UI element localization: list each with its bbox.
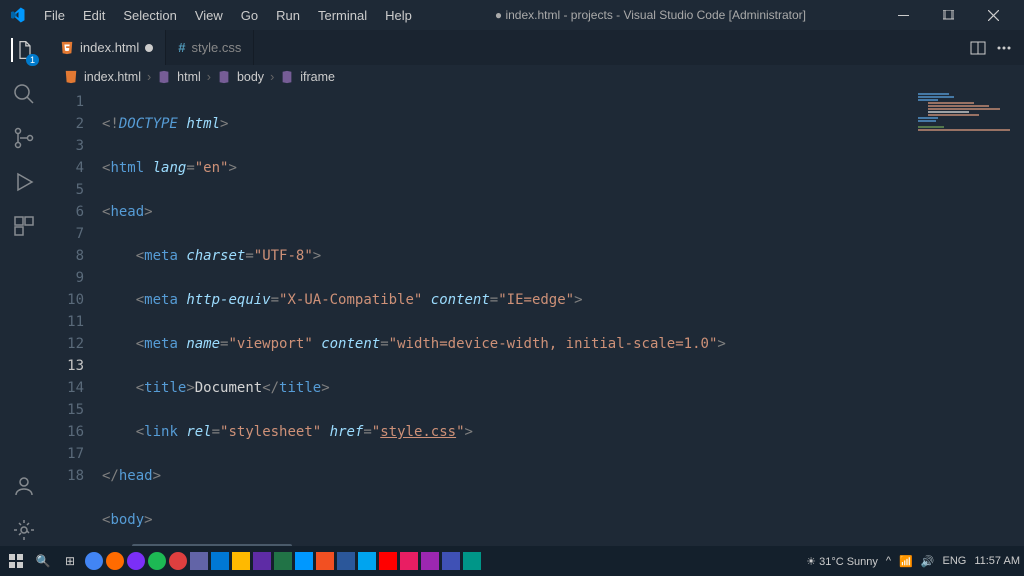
breadcrumbs[interactable]: index.html › html › body › iframe (48, 65, 1024, 89)
menubar: File Edit Selection View Go Run Terminal… (36, 4, 420, 27)
breadcrumb-item[interactable]: iframe (300, 70, 335, 84)
split-editor-icon[interactable] (970, 40, 986, 56)
breadcrumb-file[interactable]: index.html (84, 70, 141, 84)
maximize-button[interactable] (926, 0, 971, 30)
app-icon[interactable] (400, 552, 418, 570)
editor-area: index.html # style.css index.html › html… (48, 30, 1024, 554)
start-button[interactable] (4, 549, 28, 573)
chevron-right-icon: › (147, 70, 151, 84)
menu-go[interactable]: Go (233, 4, 266, 27)
menu-help[interactable]: Help (377, 4, 420, 27)
menu-file[interactable]: File (36, 4, 73, 27)
app-icon[interactable] (463, 552, 481, 570)
window-controls (881, 0, 1016, 30)
breadcrumb-item[interactable]: body (237, 70, 264, 84)
app-icon[interactable] (232, 552, 250, 570)
minimap[interactable] (914, 89, 1024, 554)
window-title: ● index.html - projects - Visual Studio … (420, 8, 881, 22)
tab-label: index.html (80, 40, 139, 55)
menu-terminal[interactable]: Terminal (310, 4, 375, 27)
explorer-badge: 1 (26, 54, 39, 66)
app-icon[interactable] (295, 552, 313, 570)
app-icon[interactable] (148, 552, 166, 570)
app-icon[interactable] (169, 552, 187, 570)
app-icon[interactable] (127, 552, 145, 570)
settings-icon[interactable] (12, 518, 36, 542)
app-icon[interactable] (316, 552, 334, 570)
activitybar: 1 (0, 30, 48, 554)
code-editor[interactable]: 123456789101112131415161718 <!DOCTYPE ht… (48, 89, 1024, 554)
app-icon[interactable] (442, 552, 460, 570)
app-icon[interactable] (274, 552, 292, 570)
more-actions-icon[interactable] (996, 40, 1012, 56)
app-icon[interactable] (358, 552, 376, 570)
tab-label: style.css (191, 40, 241, 55)
menu-run[interactable]: Run (268, 4, 308, 27)
app-icon[interactable] (253, 552, 271, 570)
app-icon[interactable] (85, 552, 103, 570)
tray-clock[interactable]: 11:57 AM (974, 555, 1020, 567)
tab-index-html[interactable]: index.html (48, 30, 166, 65)
app-icon[interactable] (106, 552, 124, 570)
tray-chevron-icon[interactable]: ^ (886, 555, 891, 567)
source-control-icon[interactable] (12, 126, 36, 150)
tray-icon[interactable]: 📶 (899, 555, 913, 568)
app-icon[interactable] (337, 552, 355, 570)
tray-language[interactable]: ENG (942, 555, 966, 567)
css-file-icon: # (178, 40, 185, 55)
html-file-icon (64, 70, 78, 84)
chevron-right-icon: › (270, 70, 274, 84)
chevron-right-icon: › (207, 70, 211, 84)
accounts-icon[interactable] (12, 474, 36, 498)
run-debug-icon[interactable] (12, 170, 36, 194)
explorer-icon[interactable]: 1 (11, 38, 35, 62)
symbol-icon (217, 70, 231, 84)
tray-icon[interactable]: 🔊 (921, 555, 935, 568)
app-icon[interactable] (211, 552, 229, 570)
search-icon[interactable] (12, 82, 36, 106)
menu-selection[interactable]: Selection (115, 4, 184, 27)
weather-widget[interactable]: ☀ 31°C Sunny (806, 555, 878, 568)
app-icon[interactable] (190, 552, 208, 570)
line-numbers: 123456789101112131415161718 (48, 89, 102, 554)
tabs: index.html # style.css (48, 30, 1024, 65)
dirty-indicator-icon (145, 44, 153, 52)
code-content[interactable]: <!DOCTYPE html> <html lang="en"> <head> … (102, 89, 1024, 554)
vscode-logo-icon (8, 6, 26, 24)
minimize-button[interactable] (881, 0, 926, 30)
tab-style-css[interactable]: # style.css (166, 30, 254, 65)
titlebar: File Edit Selection View Go Run Terminal… (0, 0, 1024, 30)
menu-edit[interactable]: Edit (75, 4, 113, 27)
windows-taskbar: 🔍 ⊞ ☀ 31°C Sunny ^ 📶 🔊 ENG 11:57 AM (0, 546, 1024, 576)
app-icon[interactable] (379, 552, 397, 570)
menu-view[interactable]: View (187, 4, 231, 27)
task-view-icon[interactable]: ⊞ (58, 549, 82, 573)
html-file-icon (60, 41, 74, 55)
search-icon[interactable]: 🔍 (31, 549, 55, 573)
breadcrumb-item[interactable]: html (177, 70, 201, 84)
symbol-icon (280, 70, 294, 84)
app-icon[interactable] (421, 552, 439, 570)
close-button[interactable] (971, 0, 1016, 30)
symbol-icon (157, 70, 171, 84)
extensions-icon[interactable] (12, 214, 36, 238)
